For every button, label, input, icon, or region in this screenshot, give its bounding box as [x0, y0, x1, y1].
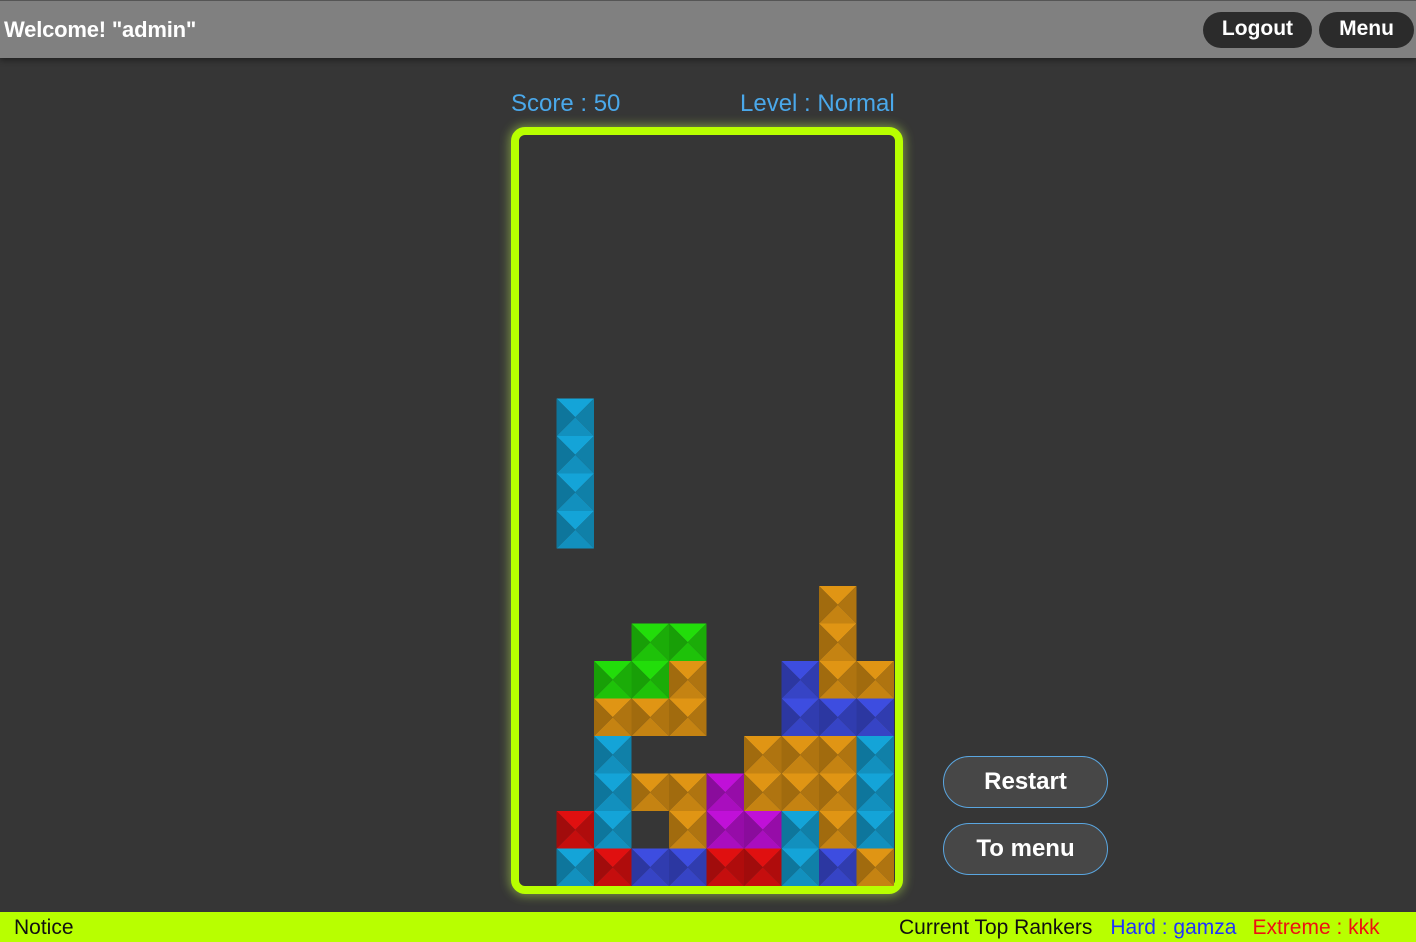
settled-block: [819, 736, 857, 774]
settled-block: [669, 698, 707, 736]
settled-block: [856, 736, 894, 774]
rank-extreme: Extreme : kkk: [1252, 916, 1380, 939]
settled-block: [856, 773, 894, 811]
top-rankers: Current Top Rankers Hard : gamza Extreme :…: [899, 916, 1380, 940]
settled-block: [631, 661, 669, 699]
settled-block: [744, 811, 782, 849]
settled-block: [781, 736, 819, 774]
settled-block: [706, 811, 744, 849]
settled-block: [556, 848, 594, 886]
rank-hard: Hard : gamza: [1110, 916, 1237, 939]
falling-piece-block: [556, 473, 594, 511]
settled-block: [744, 736, 782, 774]
falling-piece-block: [556, 436, 594, 474]
settled-block: [669, 623, 707, 661]
settled-block: [819, 773, 857, 811]
settled-block: [594, 736, 632, 774]
score-display: Score : 50: [511, 90, 621, 117]
settled-block: [744, 773, 782, 811]
settled-block: [819, 623, 857, 661]
level-display: Level : Normal: [740, 90, 895, 117]
settled-block: [744, 848, 782, 886]
restart-button[interactable]: Restart: [943, 756, 1108, 808]
footer-bar: Notice Current Top Rankers Hard : gamza Ex…: [0, 912, 1416, 942]
settled-block: [856, 848, 894, 886]
settled-block: [856, 698, 894, 736]
settled-block: [631, 623, 669, 661]
settled-block: [631, 698, 669, 736]
settled-block: [856, 811, 894, 849]
welcome-message: Welcome! "admin": [4, 17, 197, 42]
rankers-title: Current Top Rankers: [899, 916, 1093, 939]
settled-block: [856, 661, 894, 699]
settled-block: [556, 811, 594, 849]
settled-block: [781, 661, 819, 699]
settled-block: [594, 773, 632, 811]
settled-block: [706, 773, 744, 811]
settled-block: [819, 698, 857, 736]
settled-block: [781, 811, 819, 849]
settled-block: [594, 698, 632, 736]
settled-block: [594, 848, 632, 886]
settled-block: [781, 698, 819, 736]
notice-link[interactable]: Notice: [14, 916, 74, 940]
logout-button[interactable]: Logout: [1203, 12, 1312, 48]
falling-piece-block: [556, 398, 594, 436]
settled-block: [669, 661, 707, 699]
settled-block: [706, 848, 744, 886]
falling-piece-block: [556, 511, 594, 549]
settled-block: [594, 661, 632, 699]
settled-block: [819, 848, 857, 886]
settled-block: [781, 848, 819, 886]
to-menu-button[interactable]: To menu: [943, 823, 1108, 875]
game-board[interactable]: [511, 127, 903, 894]
board-grid: [556, 398, 894, 886]
settled-block: [819, 661, 857, 699]
settled-block: [669, 773, 707, 811]
menu-button[interactable]: Menu: [1319, 12, 1414, 48]
settled-block: [669, 811, 707, 849]
settled-block: [781, 773, 819, 811]
settled-block: [631, 773, 669, 811]
settled-block: [594, 811, 632, 849]
settled-block: [819, 811, 857, 849]
top-bar: Welcome! "admin" Logout Menu: [0, 0, 1416, 58]
settled-block: [631, 848, 669, 886]
settled-block: [669, 848, 707, 886]
settled-block: [819, 586, 857, 624]
